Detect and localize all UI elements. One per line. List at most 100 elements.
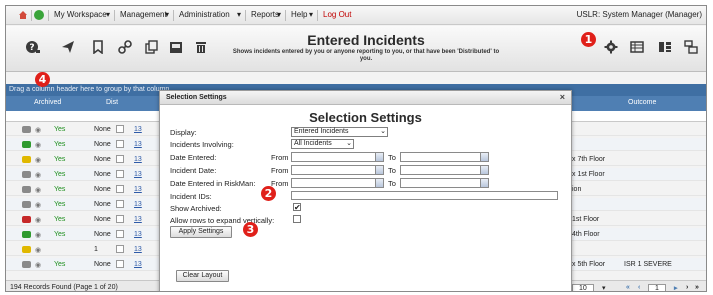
menu-arrow: ▾ xyxy=(277,10,282,19)
cell-dist: None xyxy=(94,231,111,238)
calendar-icon[interactable] xyxy=(480,179,488,187)
cell-incident-link[interactable]: 13 xyxy=(134,261,142,268)
apply-settings-button[interactable]: Apply Settings xyxy=(170,226,232,238)
page-arrow-icon[interactable]: ▸ xyxy=(674,284,678,291)
calendar-icon[interactable] xyxy=(375,166,383,174)
view-icon[interactable]: ◉ xyxy=(35,231,41,239)
link-icon[interactable] xyxy=(118,40,132,54)
cell-archived: Yes xyxy=(54,201,66,208)
menu-log-out[interactable]: Log Out xyxy=(323,10,351,19)
column-dist[interactable]: Dist xyxy=(106,99,118,106)
menu-help[interactable]: Help xyxy=(291,10,307,19)
prev-page-icon[interactable]: ‹ xyxy=(638,284,640,291)
to-label: To xyxy=(388,166,396,175)
row-checkbox[interactable] xyxy=(116,140,124,148)
incidents-involving-select[interactable]: All Incidents ⌄ xyxy=(291,139,354,149)
row-checkbox[interactable] xyxy=(116,185,124,193)
view-icon[interactable]: ◉ xyxy=(35,156,41,164)
calendar-icon[interactable] xyxy=(375,153,383,161)
view-icon[interactable]: ◉ xyxy=(35,261,41,269)
page-number-input[interactable]: 1 xyxy=(648,284,666,291)
grid-view-icon[interactable] xyxy=(630,40,644,54)
send-icon[interactable] xyxy=(61,40,75,54)
row-checkbox[interactable] xyxy=(116,230,124,238)
cell-incident-link[interactable]: 13 xyxy=(134,216,142,223)
menu-separator xyxy=(245,10,246,21)
view-icon[interactable]: ◉ xyxy=(35,126,41,134)
status-icon xyxy=(22,231,31,238)
selection-settings-dialog: Selection Settings × Selection Settings … xyxy=(159,90,572,291)
current-user: USLR: System Manager (Manager) xyxy=(576,10,702,19)
cell-incident-link[interactable]: 13 xyxy=(134,186,142,193)
riskman-date-from[interactable] xyxy=(291,178,384,188)
row-checkbox[interactable] xyxy=(116,245,124,253)
menu-administration[interactable]: Administration xyxy=(179,10,230,19)
view-icon[interactable]: ◉ xyxy=(35,186,41,194)
delete-icon[interactable] xyxy=(194,40,208,54)
dialog-title: Selection Settings xyxy=(309,110,422,125)
calendar-icon[interactable] xyxy=(375,179,383,187)
first-page-icon[interactable]: « xyxy=(626,284,630,291)
refresh-icon[interactable] xyxy=(34,10,44,20)
row-checkbox[interactable] xyxy=(116,260,124,268)
column-outcome[interactable]: Outcome xyxy=(628,99,656,106)
menu-arrow: ▾ xyxy=(237,10,242,19)
view-icon[interactable]: ◉ xyxy=(35,216,41,224)
incident-ids-input[interactable] xyxy=(291,191,558,200)
display-select[interactable]: Entered Incidents ⌄ xyxy=(291,127,388,137)
step-badge-3: 3 xyxy=(243,222,258,237)
next-page-icon[interactable]: › xyxy=(686,284,688,291)
row-checkbox[interactable] xyxy=(116,125,124,133)
clear-layout-button[interactable]: Clear Layout xyxy=(176,270,229,282)
row-checkbox[interactable] xyxy=(116,155,124,163)
status-icon xyxy=(22,171,31,178)
cell-incident-link[interactable]: 13 xyxy=(134,156,142,163)
status-icon xyxy=(22,186,31,193)
row-checkbox[interactable] xyxy=(116,200,124,208)
cell-incident-link[interactable]: 13 xyxy=(134,231,142,238)
inbox-icon[interactable] xyxy=(169,40,183,54)
cell-archived: Yes xyxy=(54,231,66,238)
date-entered-from[interactable] xyxy=(291,152,384,162)
status-icon xyxy=(22,126,31,133)
view-icon[interactable]: ◉ xyxy=(35,171,41,179)
close-icon[interactable]: × xyxy=(560,92,565,102)
cell-location: ion xyxy=(572,186,582,193)
card-view-icon[interactable] xyxy=(658,40,672,54)
cell-incident-link[interactable]: 13 xyxy=(134,246,142,253)
calendar-icon[interactable] xyxy=(480,153,488,161)
help-icon[interactable]: ? xyxy=(26,40,40,54)
cell-incident-link[interactable]: 13 xyxy=(134,171,142,178)
incident-date-from[interactable] xyxy=(291,165,384,175)
menu-management[interactable]: Management xyxy=(120,10,167,19)
view-icon[interactable]: ◉ xyxy=(35,246,41,254)
menu-separator xyxy=(114,10,115,21)
status-icon xyxy=(22,201,31,208)
view-icon[interactable]: ◉ xyxy=(35,141,41,149)
last-page-icon[interactable]: » xyxy=(695,284,699,291)
home-icon[interactable] xyxy=(18,10,28,20)
row-checkbox[interactable] xyxy=(116,215,124,223)
menu-reports[interactable]: Reports xyxy=(251,10,279,19)
cell-incident-link[interactable]: 13 xyxy=(134,126,142,133)
copy-icon[interactable] xyxy=(144,40,158,54)
cell-dist: None xyxy=(94,141,111,148)
cell-archived: Yes xyxy=(54,126,66,133)
page-size-arrow-icon[interactable]: ▾ xyxy=(602,284,606,291)
row-checkbox[interactable] xyxy=(116,170,124,178)
split-view-icon[interactable] xyxy=(684,40,698,54)
cell-incident-link[interactable]: 13 xyxy=(134,141,142,148)
riskman-date-to[interactable] xyxy=(400,178,489,188)
show-archived-checkbox[interactable]: ✔ xyxy=(293,203,301,212)
view-icon[interactable]: ◉ xyxy=(35,201,41,209)
cell-incident-link[interactable]: 13 xyxy=(134,201,142,208)
calendar-icon[interactable] xyxy=(480,166,488,174)
column-archived[interactable]: Archived xyxy=(34,99,61,106)
settings-icon[interactable] xyxy=(604,40,618,54)
menu-my-workspace[interactable]: My Workspace xyxy=(54,10,107,19)
expand-rows-checkbox[interactable] xyxy=(293,215,301,223)
incident-date-to[interactable] xyxy=(400,165,489,175)
page-size-select[interactable]: 10 xyxy=(572,284,594,291)
bookmark-icon[interactable] xyxy=(91,40,105,54)
date-entered-to[interactable] xyxy=(400,152,489,162)
